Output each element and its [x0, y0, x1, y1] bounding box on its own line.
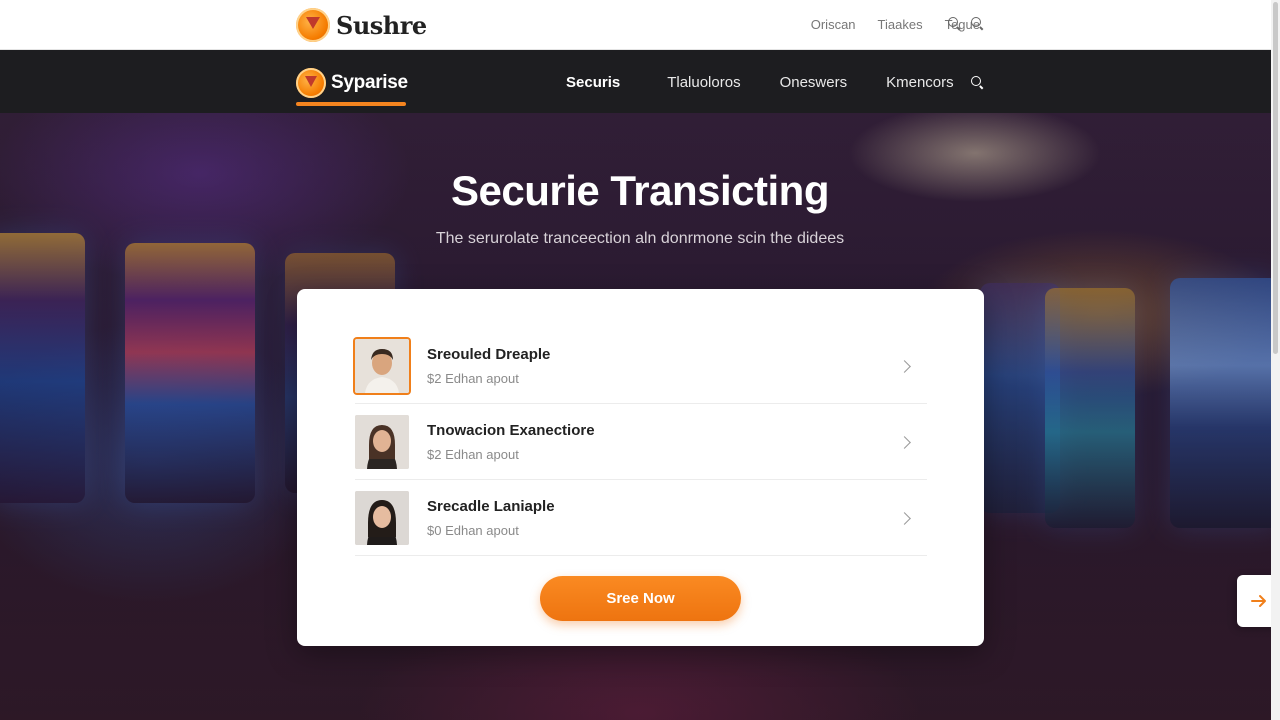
top-brand-logo[interactable]: Sushre [296, 8, 427, 42]
nav-link-oneswers[interactable]: Oneswers [780, 74, 848, 91]
main-nav-bar: Syparise Securis Tlaluoloros Oneswers Km… [0, 50, 1280, 113]
list-item-meta: $0 Edhan apout [427, 522, 519, 538]
transaction-card: Sreouled Dreaple $2 Edhan apout Tnowacio… [297, 289, 984, 646]
main-nav-links: Securis Tlaluoloros Oneswers Kmencors [566, 74, 954, 91]
list-item-text: Tnowacion Exanectiore $2 Edhan apout [427, 422, 899, 462]
search-icon[interactable] [971, 76, 984, 89]
nav-link-securis[interactable]: Securis [566, 74, 620, 91]
avatar [355, 490, 409, 545]
list-item[interactable]: Tnowacion Exanectiore $2 Edhan apout [355, 404, 927, 480]
top-nav-link[interactable]: Oriscan [811, 17, 856, 32]
avatar [355, 414, 409, 469]
top-bar: Sushre Oriscan Tiaakes Tegue [0, 0, 1280, 50]
chevron-right-icon[interactable] [899, 512, 911, 524]
list-item[interactable]: Srecadle Laniaple $0 Edhan apout [355, 480, 927, 556]
nav-link-kmencors[interactable]: Kmencors [886, 74, 954, 91]
list-item-meta: $2 Edhan apout [427, 370, 519, 386]
scrollbar-thumb[interactable] [1273, 2, 1278, 354]
chevron-right-icon[interactable] [899, 360, 911, 372]
brand-logo-icon [296, 8, 330, 42]
top-nav-link[interactable]: Tiaakes [878, 17, 923, 32]
page-scrollbar[interactable] [1271, 0, 1280, 720]
list-item-name: Tnowacion Exanectiore [427, 421, 595, 439]
brand-underline [296, 102, 406, 106]
list-item-text: Srecadle Laniaple $0 Edhan apout [427, 498, 899, 538]
page-subtitle: The serurolate tranceection aln donrmone… [435, 230, 845, 247]
primary-cta-button[interactable]: Sree Now [540, 576, 741, 621]
chevron-right-icon[interactable] [899, 436, 911, 448]
list-item-meta: $2 Edhan apout [427, 446, 519, 462]
list-item-text: Sreouled Dreaple $2 Edhan apout [427, 346, 899, 386]
list-item-name: Sreouled Dreaple [427, 345, 551, 363]
search-icon[interactable] [971, 17, 984, 30]
avatar [355, 338, 409, 393]
search-icon[interactable] [948, 17, 961, 30]
top-brand-name: Sushre [336, 10, 427, 40]
brand-logo-icon [296, 68, 326, 98]
page-title: Securie Transicting [451, 167, 829, 214]
list-item[interactable]: Sreouled Dreaple $2 Edhan apout [355, 328, 927, 404]
nav-brand-name: Syparise [331, 72, 408, 93]
nav-link-tlaluoloros[interactable]: Tlaluoloros [667, 74, 740, 91]
top-icons [948, 17, 984, 30]
list-item-name: Srecadle Laniaple [427, 497, 555, 515]
arrow-right-icon [1251, 595, 1266, 607]
nav-brand-logo[interactable]: Syparise [296, 68, 408, 98]
